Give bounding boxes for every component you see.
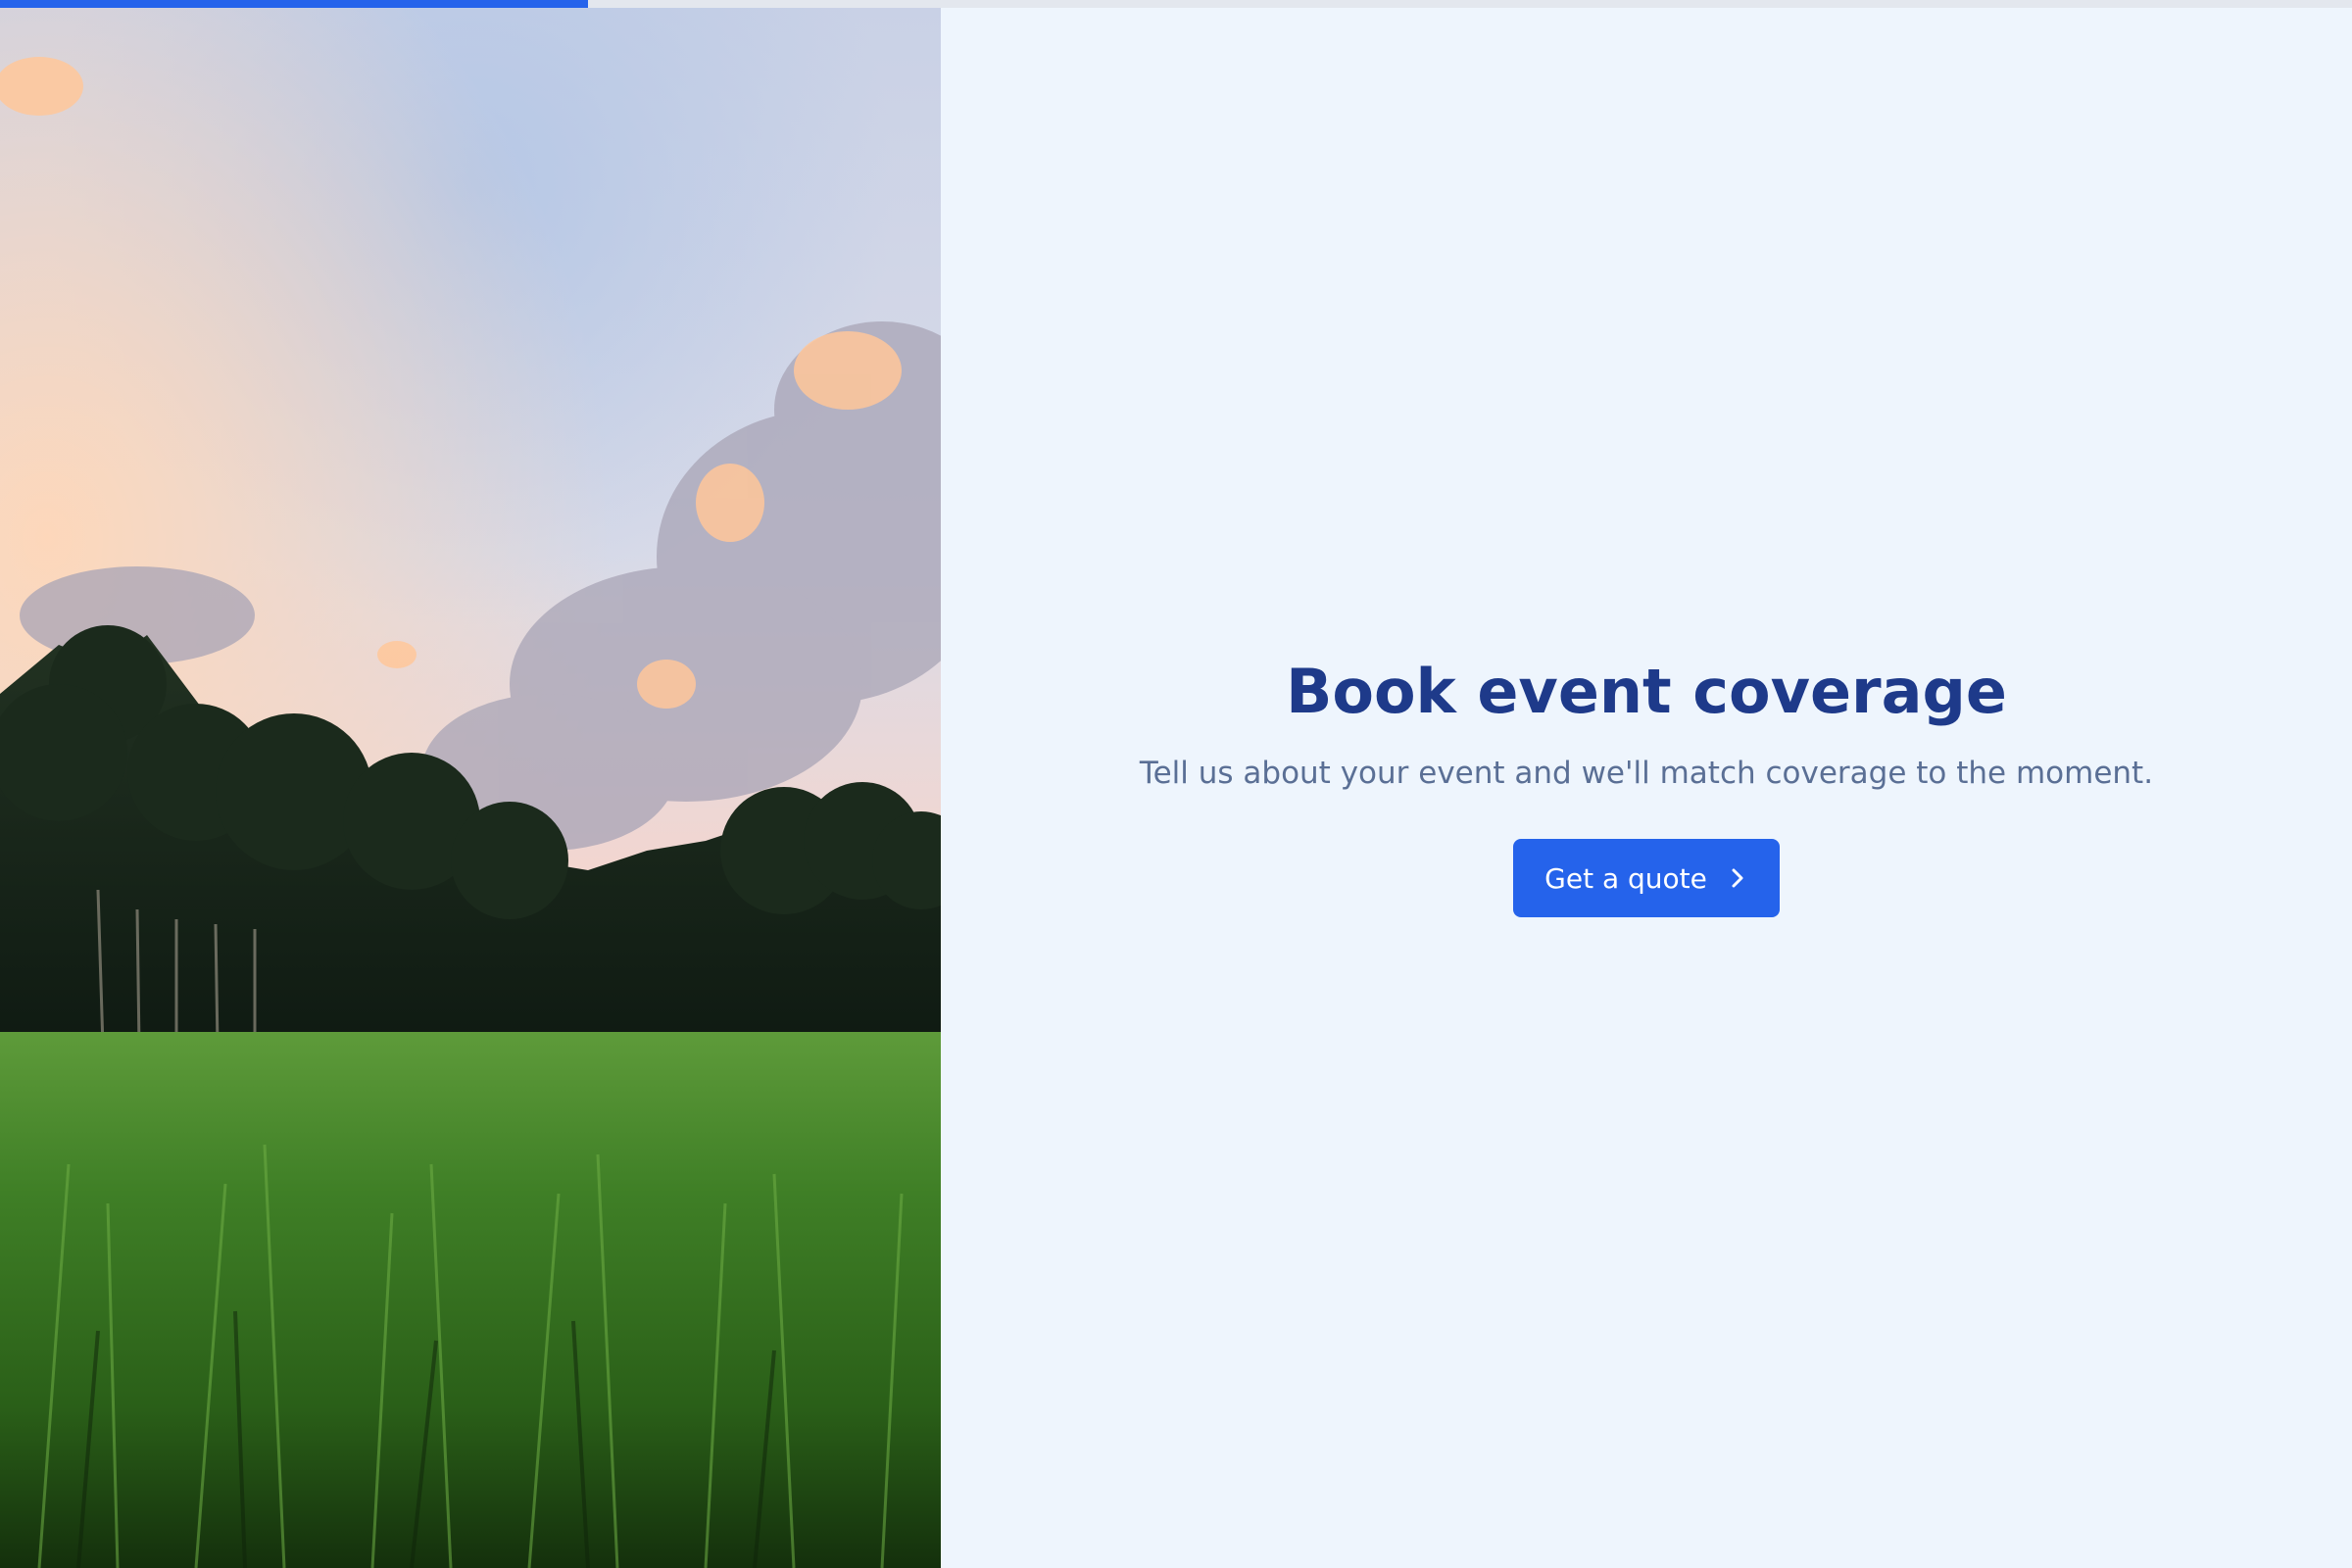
progress-bar-fill	[0, 0, 588, 8]
page-title: Book event coverage	[1286, 656, 2007, 727]
get-quote-button-label: Get a quote	[1544, 861, 1707, 895]
page: Book event coverage Tell us about your e…	[0, 0, 2352, 1568]
hero-content: Book event coverage Tell us about your e…	[941, 653, 2352, 917]
landscape-photo	[0, 8, 941, 1568]
content-panel: Book event coverage Tell us about your e…	[941, 8, 2352, 1568]
get-quote-button[interactable]: Get a quote	[1513, 839, 1780, 917]
chevron-right-icon	[1732, 868, 1743, 888]
hero-photo	[0, 8, 941, 1568]
progress-bar	[0, 0, 2352, 8]
page-subtitle: Tell us about your event and we'll match…	[1139, 756, 2154, 791]
